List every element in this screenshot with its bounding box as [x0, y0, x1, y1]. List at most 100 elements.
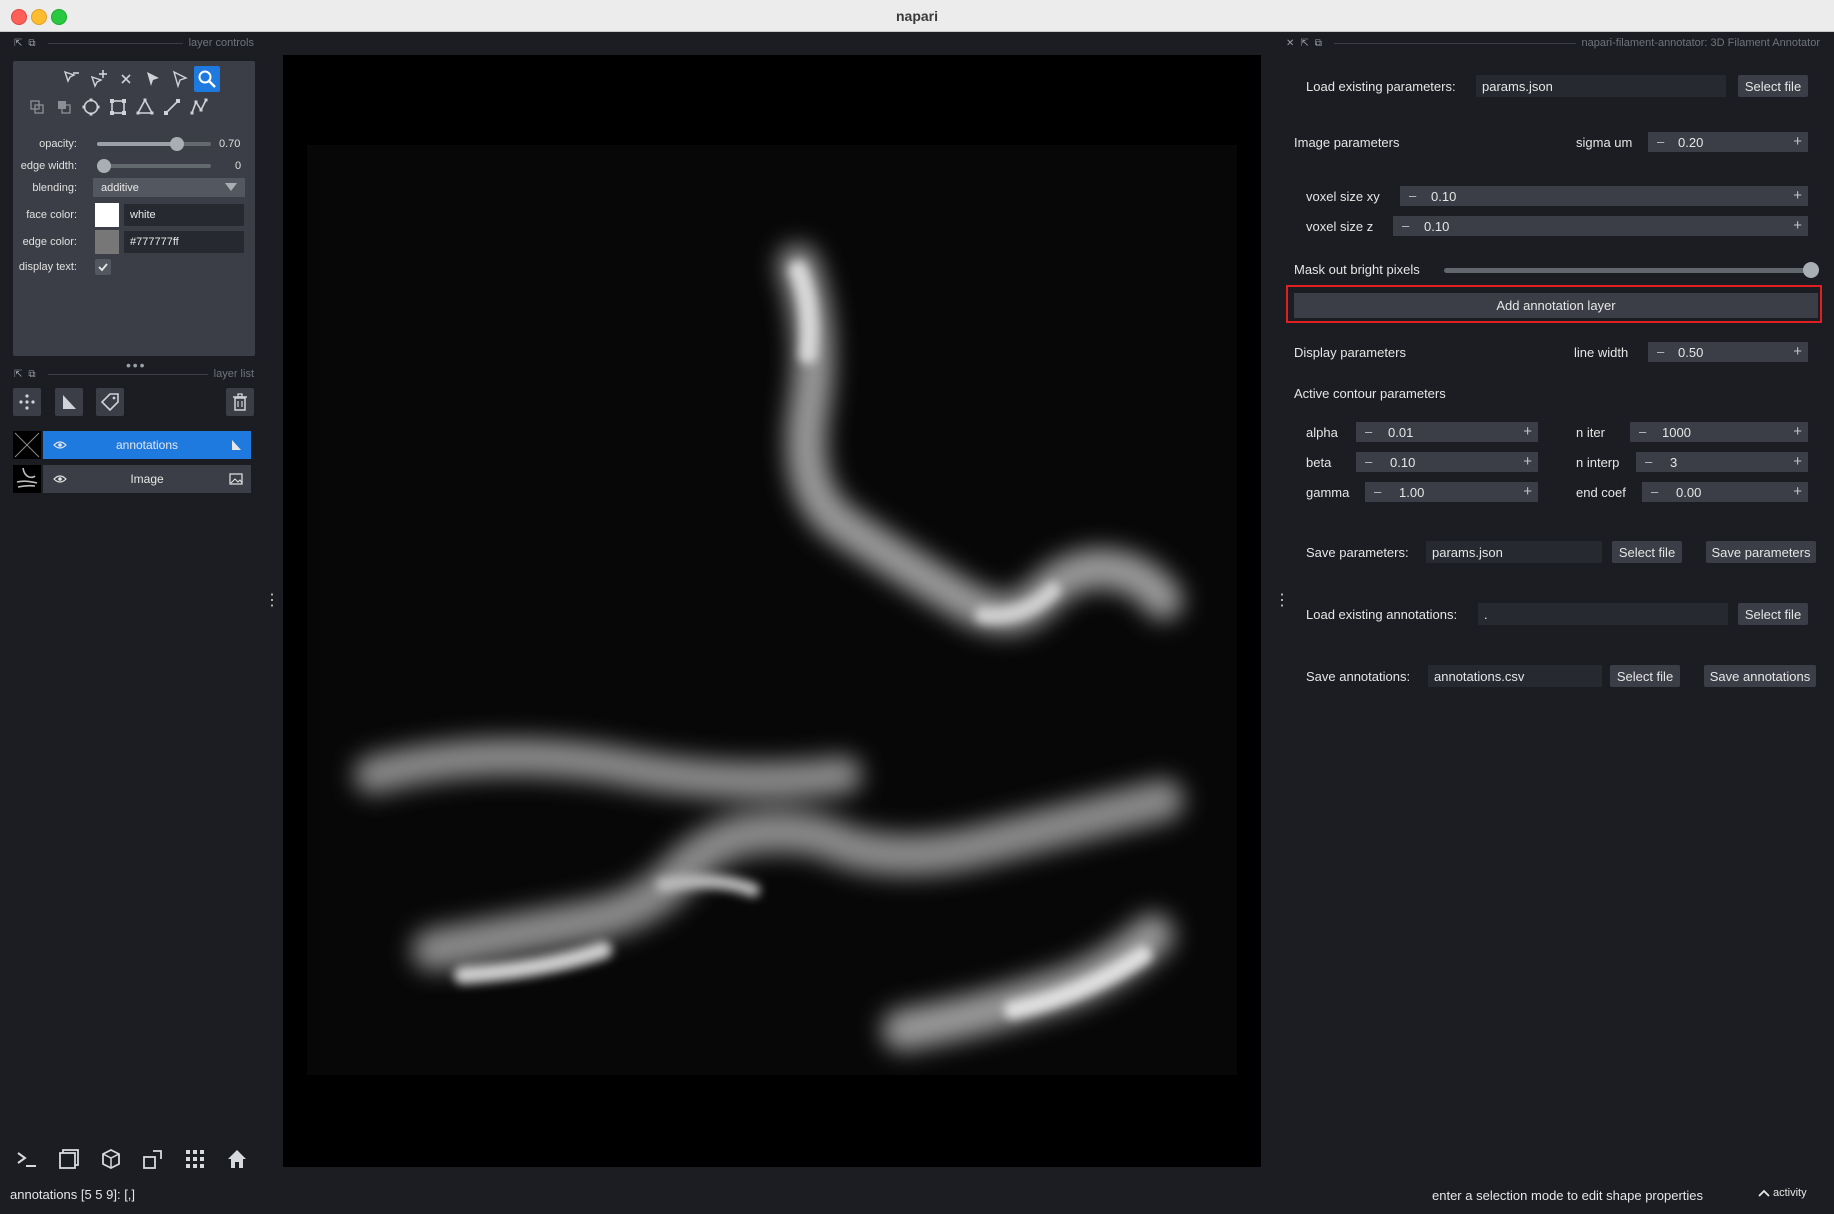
save-params-input[interactable]: params.json	[1426, 541, 1602, 563]
window-maximize-button[interactable]	[51, 9, 67, 25]
load-params-select-file-button[interactable]: Select file	[1738, 75, 1808, 97]
beta-spinbox[interactable]: – 0.10 +	[1356, 452, 1538, 472]
edge-color-swatch[interactable]	[95, 230, 119, 254]
edge-width-slider[interactable]	[97, 164, 211, 168]
line-width-spinbox[interactable]: – 0.50 +	[1648, 342, 1808, 362]
add-vertex-icon[interactable]	[86, 66, 112, 92]
visibility-eye-icon[interactable]	[53, 474, 67, 484]
increment-icon[interactable]: +	[1793, 187, 1802, 204]
n-interp-label: n interp	[1576, 455, 1620, 470]
viewer-buttons	[13, 1145, 251, 1175]
decrement-icon[interactable]: –	[1657, 344, 1664, 359]
load-annotations-input[interactable]: .	[1478, 603, 1728, 625]
save-annotations-input[interactable]: annotations.csv	[1428, 665, 1602, 687]
visibility-eye-icon[interactable]	[53, 440, 67, 450]
activity-label: activity	[1773, 1187, 1807, 1199]
decrement-icon[interactable]: –	[1651, 484, 1658, 499]
direct-select-icon[interactable]	[167, 66, 193, 92]
alpha-spinbox[interactable]: – 0.01 +	[1356, 422, 1538, 442]
edge-width-slider-handle[interactable]	[97, 159, 111, 173]
terminal-icon	[17, 1152, 36, 1167]
save-annotations-select-file-button[interactable]: Select file	[1610, 665, 1680, 687]
decrement-icon[interactable]: –	[1402, 218, 1409, 233]
new-shapes-layer-button[interactable]	[55, 388, 83, 416]
undock-icon[interactable]: ⧉	[28, 38, 35, 49]
increment-icon[interactable]: +	[1793, 343, 1802, 360]
end-coef-spinbox[interactable]: – 0.00 +	[1642, 482, 1808, 502]
activity-toggle[interactable]: activity	[1758, 1187, 1807, 1199]
delete-layer-button[interactable]	[226, 388, 254, 416]
move-back-icon[interactable]	[24, 94, 50, 120]
viewer-canvas[interactable]	[283, 55, 1261, 1167]
gamma-spinbox[interactable]: – 1.00 +	[1365, 482, 1538, 502]
layer-row-annotations[interactable]: annotations	[13, 431, 251, 459]
console-button[interactable]	[13, 1145, 41, 1173]
save-parameters-button[interactable]: Save parameters	[1706, 541, 1816, 563]
transpose-button[interactable]	[139, 1145, 167, 1173]
face-color-input[interactable]: white	[124, 204, 244, 226]
load-annotations-select-file-button[interactable]: Select file	[1738, 603, 1808, 625]
delete-shape-icon[interactable]	[113, 66, 139, 92]
delete-vertex-icon[interactable]	[59, 66, 85, 92]
mask-slider[interactable]	[1444, 268, 1814, 273]
float-icon[interactable]: ⇱	[14, 369, 22, 380]
window-close-button[interactable]	[11, 9, 27, 25]
increment-icon[interactable]: +	[1793, 133, 1802, 150]
load-params-input[interactable]: params.json	[1476, 75, 1726, 97]
layer-row-image[interactable]: Image	[13, 465, 251, 493]
mask-slider-handle[interactable]	[1803, 262, 1819, 278]
sigma-spinbox[interactable]: – 0.20 +	[1648, 132, 1808, 152]
ellipse-icon[interactable]	[78, 94, 104, 120]
increment-icon[interactable]: +	[1523, 423, 1532, 440]
save-annotations-button[interactable]: Save annotations	[1704, 665, 1816, 687]
edge-color-input[interactable]: #777777ff	[124, 231, 244, 253]
save-params-select-file-button[interactable]: Select file	[1612, 541, 1682, 563]
rectangle-icon[interactable]	[105, 94, 131, 120]
decrement-icon[interactable]: –	[1374, 484, 1381, 499]
cube-icon	[102, 1148, 120, 1170]
voxel-z-spinbox[interactable]: – 0.10 +	[1393, 216, 1808, 236]
decrement-icon[interactable]: –	[1645, 454, 1652, 469]
select-shapes-icon[interactable]	[140, 66, 166, 92]
new-labels-layer-button[interactable]	[96, 388, 124, 416]
increment-icon[interactable]: +	[1793, 423, 1802, 440]
close-icon[interactable]: ✕	[1286, 38, 1294, 49]
layer-name: Image	[130, 472, 164, 486]
decrement-icon[interactable]: –	[1639, 424, 1646, 439]
face-color-swatch[interactable]	[95, 203, 119, 227]
undock-icon[interactable]: ⧉	[28, 369, 35, 380]
path-icon[interactable]	[186, 94, 212, 120]
add-annotation-layer-button[interactable]: Add annotation layer	[1294, 293, 1818, 318]
reset-view-button[interactable]	[223, 1145, 251, 1173]
increment-icon[interactable]: +	[1793, 217, 1802, 234]
zoom-pan-icon[interactable]	[194, 66, 220, 92]
float-icon[interactable]: ⇱	[14, 38, 22, 49]
line-icon[interactable]	[159, 94, 185, 120]
new-points-layer-button[interactable]	[13, 388, 41, 416]
increment-icon[interactable]: +	[1523, 453, 1532, 470]
n-interp-spinbox[interactable]: – 3 +	[1636, 452, 1808, 472]
display-text-checkbox[interactable]	[95, 259, 111, 275]
roll-dims-button[interactable]	[97, 1145, 125, 1173]
grid-view-button[interactable]	[181, 1145, 209, 1173]
blending-select[interactable]: additive	[93, 178, 245, 197]
ndisplay-button[interactable]	[55, 1145, 83, 1173]
increment-icon[interactable]: +	[1793, 483, 1802, 500]
home-icon	[228, 1150, 246, 1168]
decrement-icon[interactable]: –	[1365, 454, 1372, 469]
increment-icon[interactable]: +	[1523, 483, 1532, 500]
increment-icon[interactable]: +	[1793, 453, 1802, 470]
decrement-icon[interactable]: –	[1365, 424, 1372, 439]
voxel-xy-spinbox[interactable]: – 0.10 +	[1400, 186, 1808, 206]
opacity-slider-handle[interactable]	[169, 137, 184, 151]
window-minimize-button[interactable]	[31, 9, 47, 25]
move-front-icon[interactable]	[51, 94, 77, 120]
decrement-icon[interactable]: –	[1409, 188, 1416, 203]
n-iter-spinbox[interactable]: – 1000 +	[1630, 422, 1808, 442]
undock-icon[interactable]: ⧉	[1315, 38, 1322, 49]
decrement-icon[interactable]: –	[1657, 134, 1664, 149]
float-icon[interactable]: ⇱	[1300, 38, 1308, 49]
right-dock-splitter[interactable]: ⋮	[1274, 593, 1290, 609]
polygon-icon[interactable]	[132, 94, 158, 120]
left-dock-splitter[interactable]: ⋮	[264, 593, 280, 609]
